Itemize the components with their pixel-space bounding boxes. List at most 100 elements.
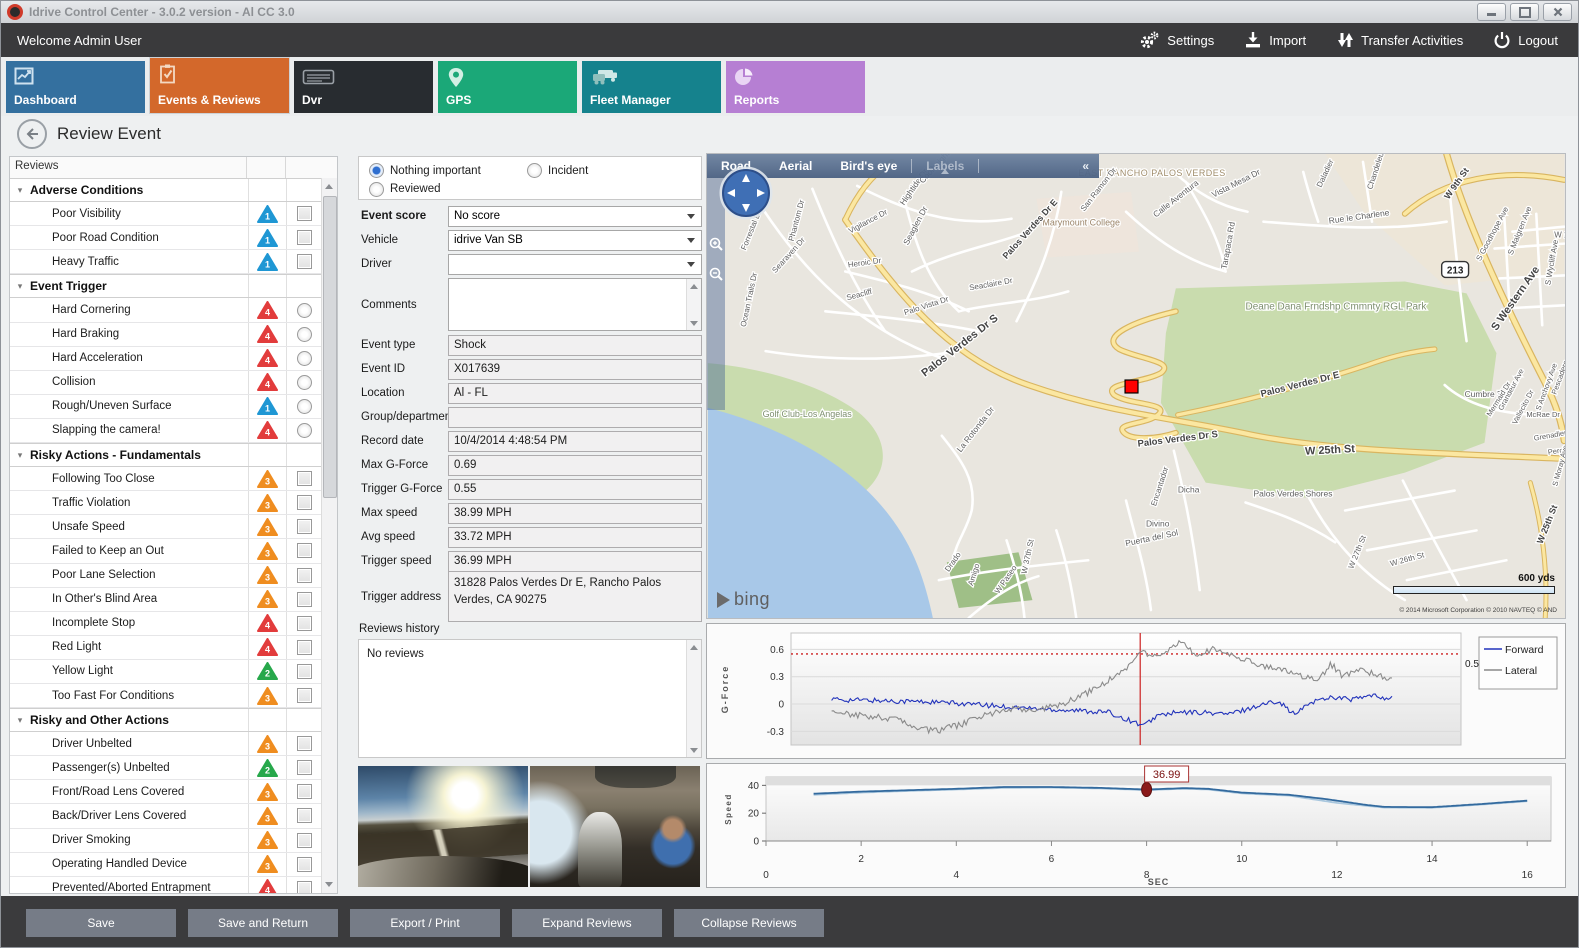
map-view-labels[interactable]: Labels	[912, 159, 978, 173]
maximize-button[interactable]	[1510, 3, 1539, 21]
tree-item-row[interactable]: Heavy Traffic1	[10, 250, 322, 274]
status-radio[interactable]	[369, 163, 384, 178]
record-date-value[interactable]: 10/4/2014 4:48:54 PM	[448, 431, 702, 452]
transfer-activities-button[interactable]: Transfer Activities	[1336, 31, 1463, 49]
collapse-arrow-icon[interactable]: ▾	[10, 450, 30, 461]
tree-item-row[interactable]: Driver Unbelted3	[10, 732, 322, 756]
save-button[interactable]: Save	[26, 909, 176, 937]
export-print-button[interactable]: Export / Print	[350, 909, 500, 937]
status-radio[interactable]	[369, 182, 384, 197]
item-checkbox[interactable]	[297, 568, 312, 583]
item-checkbox[interactable]	[297, 206, 312, 221]
collapse-reviews-button[interactable]: Collapse Reviews	[674, 909, 824, 937]
item-checkbox[interactable]	[297, 688, 312, 703]
map-view-birdseye[interactable]: Bird's eye	[826, 159, 911, 173]
item-radio[interactable]	[297, 351, 312, 366]
tree-item-row[interactable]: Passenger(s) Unbelted2	[10, 756, 322, 780]
collapse-arrow-icon[interactable]: ▾	[10, 715, 30, 726]
save-and-return-button[interactable]: Save and Return	[188, 909, 338, 937]
tree-item-row[interactable]: Hard Acceleration4	[10, 347, 322, 371]
speed-chart[interactable]: 020400246810121416SECSpeed36.99	[706, 763, 1566, 888]
road-camera-image[interactable]	[358, 766, 528, 887]
driver-select[interactable]	[448, 254, 702, 275]
item-checkbox[interactable]	[297, 519, 312, 534]
location-value[interactable]: Al - FL	[448, 383, 702, 404]
expand-reviews-button[interactable]: Expand Reviews	[512, 909, 662, 937]
item-radio[interactable]	[297, 399, 312, 414]
item-checkbox[interactable]	[297, 592, 312, 607]
tree-item-row[interactable]: Prevented/Aborted Entrapment4	[10, 877, 322, 893]
tab-events-reviews[interactable]: Events & Reviews	[150, 58, 289, 113]
speed-marker[interactable]	[1142, 783, 1152, 797]
tree-group-row[interactable]: ▾Adverse Conditions	[10, 178, 322, 202]
tree-group-row[interactable]: ▾Risky Actions - Fundamentals	[10, 443, 322, 467]
tree-item-row[interactable]: Poor Road Condition1	[10, 226, 322, 250]
tab-dashboard[interactable]: Dashboard	[6, 61, 145, 113]
scroll-down-icon[interactable]	[687, 317, 700, 329]
item-radio[interactable]	[297, 303, 312, 318]
event-score-select[interactable]: No score	[448, 206, 702, 227]
item-checkbox[interactable]	[297, 254, 312, 269]
cabin-camera-image[interactable]	[530, 766, 700, 887]
status-option-reviewed[interactable]: Reviewed	[369, 181, 527, 198]
tree-item-row[interactable]: Back/Driver Lens Covered3	[10, 804, 322, 828]
tree-item-row[interactable]: Operating Handled Device3	[10, 853, 322, 877]
scroll-up-icon[interactable]	[322, 179, 336, 194]
status-option-incident[interactable]: Incident	[527, 162, 685, 179]
item-checkbox[interactable]	[297, 543, 312, 558]
tree-item-row[interactable]: Incomplete Stop4	[10, 612, 322, 636]
collapse-arrow-icon[interactable]: ▾	[10, 185, 30, 196]
max-g-force-value[interactable]: 0.69	[448, 455, 702, 476]
trigger-g-force-value[interactable]: 0.55	[448, 479, 702, 500]
logout-button[interactable]: Logout	[1493, 31, 1558, 49]
minimize-button[interactable]	[1477, 3, 1506, 21]
item-checkbox[interactable]	[297, 471, 312, 486]
comments-textarea[interactable]	[448, 278, 702, 331]
tree-item-row[interactable]: Unsafe Speed3	[10, 515, 322, 539]
map-compass-control[interactable]	[719, 166, 773, 220]
tree-item-row[interactable]: Slapping the camera!4	[10, 419, 322, 443]
tab-fleet-manager[interactable]: Fleet Manager	[582, 61, 721, 113]
reviews-scrollbar[interactable]	[321, 178, 337, 893]
back-button[interactable]	[17, 119, 47, 149]
tree-item-row[interactable]: In Other's Blind Area3	[10, 588, 322, 612]
reviews-history-scrollbar[interactable]	[686, 640, 701, 757]
reviews-history-box[interactable]: No reviews	[358, 639, 702, 758]
trigger-speed-value[interactable]: 36.99 MPH	[448, 551, 702, 572]
item-checkbox[interactable]	[297, 616, 312, 631]
item-checkbox[interactable]	[297, 736, 312, 751]
item-checkbox[interactable]	[297, 784, 312, 799]
tree-item-row[interactable]: Hard Braking4	[10, 323, 322, 347]
close-button[interactable]	[1543, 3, 1572, 21]
tree-item-row[interactable]: Driver Smoking3	[10, 829, 322, 853]
status-radio[interactable]	[527, 163, 542, 178]
item-checkbox[interactable]	[297, 857, 312, 872]
tree-group-row[interactable]: ▾Event Trigger	[10, 274, 322, 298]
map-zoom-in-button[interactable]	[708, 236, 724, 252]
item-checkbox[interactable]	[297, 230, 312, 245]
tree-item-row[interactable]: Yellow Light2	[10, 660, 322, 684]
item-radio[interactable]	[297, 423, 312, 438]
collapse-arrow-icon[interactable]: ▾	[10, 281, 30, 292]
item-checkbox[interactable]	[297, 833, 312, 848]
status-option-nothing-important[interactable]: Nothing important	[369, 162, 527, 179]
settings-button[interactable]: Settings	[1138, 31, 1214, 49]
map-container[interactable]: 213 EAST RANCHO PALOS VERDESMarymount Co…	[706, 153, 1566, 619]
tab-reports[interactable]: Reports	[726, 61, 865, 113]
scrollbar-thumb[interactable]	[323, 196, 337, 498]
tree-item-row[interactable]: Poor Lane Selection3	[10, 564, 322, 588]
event-type-value[interactable]: Shock	[448, 335, 702, 356]
max-speed-value[interactable]: 38.99 MPH	[448, 503, 702, 524]
group-department-value[interactable]	[448, 407, 702, 428]
map-bar-collapse-button[interactable]: «	[1072, 159, 1099, 173]
item-radio[interactable]	[297, 375, 312, 390]
event-id-value[interactable]: X017639	[448, 359, 702, 380]
tree-item-row[interactable]: Red Light4	[10, 636, 322, 660]
tree-item-row[interactable]: Traffic Violation3	[10, 491, 322, 515]
tree-item-row[interactable]: Collision4	[10, 371, 322, 395]
map-view-aerial[interactable]: Aerial	[765, 159, 826, 173]
tree-item-row[interactable]: Too Fast For Conditions3	[10, 684, 322, 708]
tree-item-row[interactable]: Rough/Uneven Surface1	[10, 395, 322, 419]
textarea-scrollbar[interactable]	[686, 279, 701, 330]
tree-item-row[interactable]: Poor Visibility1	[10, 202, 322, 226]
